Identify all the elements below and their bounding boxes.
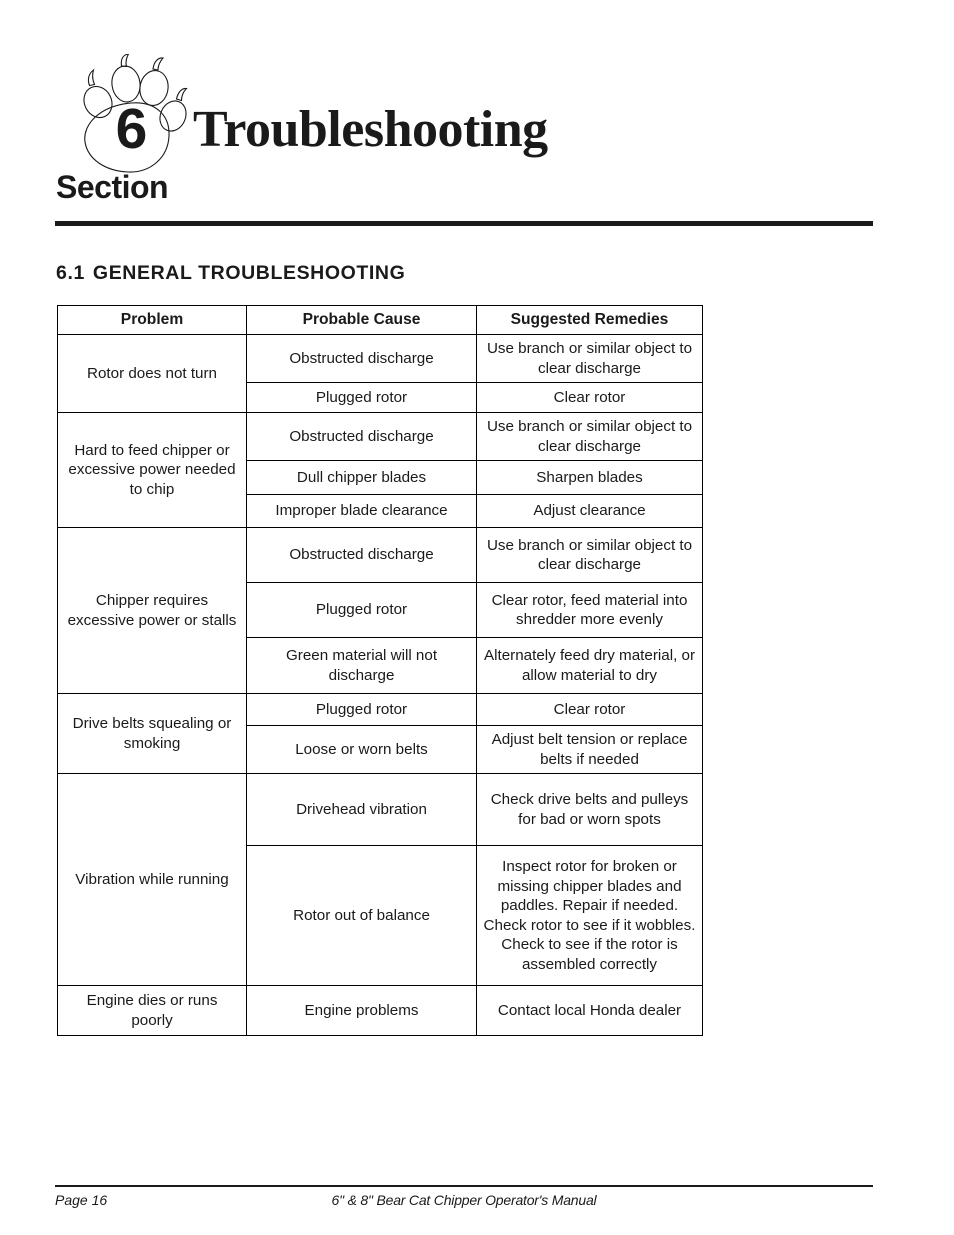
table-body: Rotor does not turn Obstructed discharge U… xyxy=(57,334,703,1036)
troubleshooting-table: Problem Probable Cause Suggested Remedie… xyxy=(57,305,703,1036)
cell-cause: Plugged rotor xyxy=(246,582,477,638)
subsection-number: 6.1 xyxy=(56,262,85,284)
table-row: Chipper requires excessive power or stal… xyxy=(57,527,703,694)
cell-problem: Engine dies or runs poorly xyxy=(57,985,247,1036)
cell-cause: Plugged rotor xyxy=(246,693,477,726)
table-row: Drive belts squealing or smoking Plugged … xyxy=(57,693,703,774)
cell-cause: Obstructed discharge xyxy=(246,412,477,461)
footer-page-number: Page 16 xyxy=(55,1192,108,1208)
cell-remedy: Check drive belts and pulleys for bad or… xyxy=(476,773,703,846)
header-divider xyxy=(55,221,873,226)
section-label: Section xyxy=(56,169,169,205)
footer-divider xyxy=(55,1185,873,1187)
footer-manual-title: 6" & 8" Bear Cat Chipper Operator's Manu… xyxy=(331,1192,597,1208)
subsection-title: GENERAL TROUBLESHOOTING xyxy=(92,262,406,284)
cell-remedy: Clear rotor xyxy=(476,382,703,413)
cell-remedy: Inspect rotor for broken or missing chip… xyxy=(476,845,703,986)
page-header: 6 Troubleshooting Section xyxy=(0,0,954,240)
cell-problem: Vibration while running xyxy=(57,773,247,986)
cell-cause: Engine problems xyxy=(246,985,477,1036)
cell-cause: Improper blade clearance xyxy=(246,494,477,528)
cell-remedy: Use branch or similar object to clear di… xyxy=(476,334,703,383)
cell-remedy: Adjust belt tension or replace belts if … xyxy=(476,725,703,774)
table-row: Engine dies or runs poorly Engine problem… xyxy=(57,985,703,1036)
cell-remedy: Use branch or similar object to clear di… xyxy=(476,412,703,461)
cell-cause: Obstructed discharge xyxy=(246,527,477,583)
cell-remedy: Alternately feed dry material, or allow … xyxy=(476,637,703,694)
cell-remedy: Use branch or similar object to clear di… xyxy=(476,527,703,583)
cell-problem: Chipper requires excessive power or stal… xyxy=(57,527,247,694)
cell-problem: Rotor does not turn xyxy=(57,334,247,413)
column-header-remedy: Suggested Remedies xyxy=(476,305,703,335)
cell-cause: Drivehead vibration xyxy=(246,773,477,846)
page-footer: 6" & 8" Bear Cat Chipper Operator's Manu… xyxy=(55,1192,873,1216)
table-header: Problem Probable Cause Suggested Remedie… xyxy=(57,305,703,335)
table-row: Vibration while running Drivehead vibrati… xyxy=(57,773,703,986)
cell-remedy: Clear rotor xyxy=(476,693,703,726)
cell-remedy: Sharpen blades xyxy=(476,460,703,495)
cell-problem: Hard to feed chipper or excessive power … xyxy=(57,412,247,528)
cell-remedy: Contact local Honda dealer xyxy=(476,985,703,1036)
cell-remedy: Clear rotor, feed material into shredder… xyxy=(476,582,703,638)
cell-cause: Dull chipper blades xyxy=(246,460,477,495)
cell-cause: Rotor out of balance xyxy=(246,845,477,986)
section-number: 6 xyxy=(115,97,148,161)
column-header-problem: Problem xyxy=(57,305,247,335)
cell-problem: Drive belts squealing or smoking xyxy=(57,693,247,774)
table-header-row: Problem Probable Cause Suggested Remedie… xyxy=(57,305,703,335)
cell-cause: Green material will not discharge xyxy=(246,637,477,694)
table-row: Rotor does not turn Obstructed discharge U… xyxy=(57,334,703,413)
subsection-heading: 6.1 GENERAL TROUBLESHOOTING xyxy=(56,262,405,285)
cell-cause: Loose or worn belts xyxy=(246,725,477,774)
table-row: Hard to feed chipper or excessive power … xyxy=(57,412,703,528)
cell-remedy: Adjust clearance xyxy=(476,494,703,528)
column-header-cause: Probable Cause xyxy=(246,305,477,335)
cell-cause: Plugged rotor xyxy=(246,382,477,413)
page-title: Troubleshooting xyxy=(193,101,548,158)
cell-cause: Obstructed discharge xyxy=(246,334,477,383)
